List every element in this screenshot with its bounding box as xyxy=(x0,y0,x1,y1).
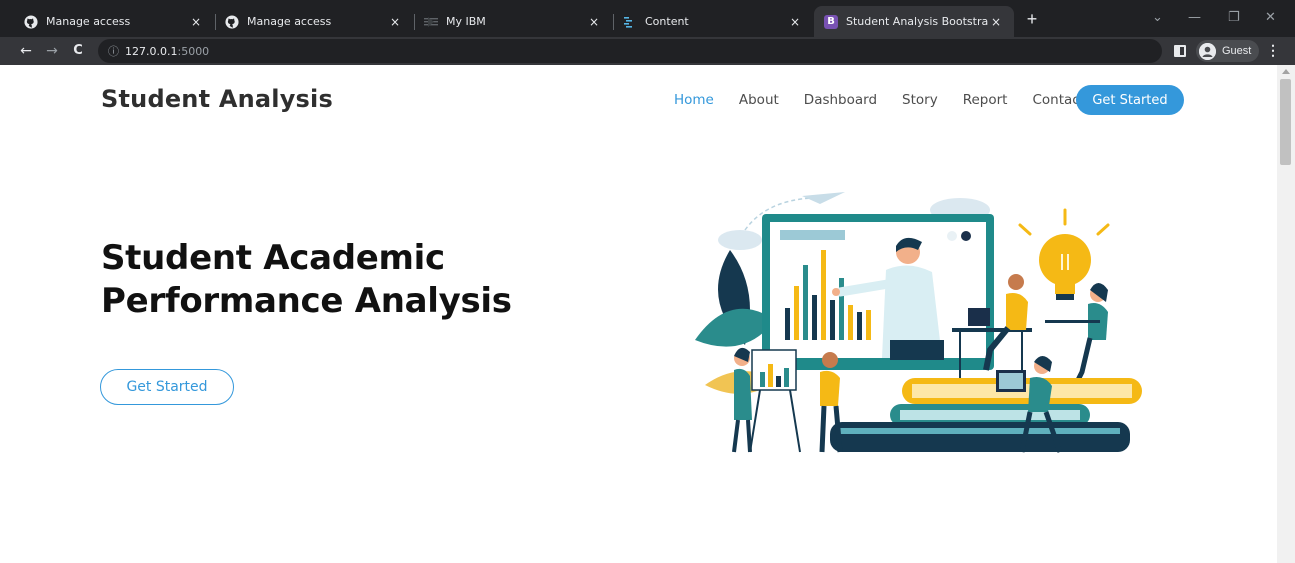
get-started-nav-button[interactable]: Get Started xyxy=(1076,85,1184,115)
address-bar[interactable]: ⓘ 127.0.0.1 :5000 xyxy=(98,39,1162,63)
browser-tab-bar: Manage access × Manage access × My IBM ×… xyxy=(0,0,1295,37)
browser-tab-1[interactable]: Manage access × xyxy=(14,6,214,37)
hero-title-line-2: Performance Analysis xyxy=(101,281,512,321)
hero-illustration xyxy=(695,192,1142,453)
hero-title-line-1: Student Academic xyxy=(101,238,445,278)
browser-toolbar: ← → C ⓘ 127.0.0.1 :5000 Guest ⋮ xyxy=(0,37,1295,65)
site-info-icon[interactable]: ⓘ xyxy=(108,43,119,59)
github-icon xyxy=(24,14,38,29)
page-scrollbar[interactable] xyxy=(1277,65,1295,563)
browser-tab-4[interactable]: Content × xyxy=(613,6,813,37)
tab-search-icon[interactable]: ⌄ xyxy=(1152,10,1163,25)
new-tab-button[interactable]: + xyxy=(1022,10,1042,30)
reload-icon[interactable]: C xyxy=(68,41,88,61)
web-page: Student Analysis Home About Dashboard St… xyxy=(0,65,1277,563)
tab-title: Manage access xyxy=(46,15,131,28)
tab-title: Student Analysis Bootstrap Temp xyxy=(846,15,988,28)
ibm-icon xyxy=(424,15,438,29)
nav-report-link[interactable]: Report xyxy=(963,92,1008,108)
url-port: :5000 xyxy=(177,44,210,58)
browser-tab-2[interactable]: Manage access × xyxy=(215,6,413,37)
close-window-icon[interactable]: ✕ xyxy=(1265,10,1276,25)
site-logo[interactable]: Student Analysis xyxy=(101,85,333,113)
browser-tab-5[interactable]: B Student Analysis Bootstrap Temp × xyxy=(814,6,1014,37)
scrollbar-thumb[interactable] xyxy=(1280,79,1291,165)
tab-title: My IBM xyxy=(446,15,486,28)
url-host: 127.0.0.1 xyxy=(125,44,178,58)
content-icon xyxy=(623,15,637,29)
close-tab-icon[interactable]: × xyxy=(586,15,602,29)
github-icon xyxy=(225,14,239,29)
close-tab-icon[interactable]: × xyxy=(787,15,803,29)
hero-title: Student Academic Performance Analysis xyxy=(101,237,571,323)
nav-dashboard-link[interactable]: Dashboard xyxy=(804,92,877,108)
tab-title: Manage access xyxy=(247,15,332,28)
browser-tab-3[interactable]: My IBM × xyxy=(414,6,612,37)
close-tab-icon[interactable]: × xyxy=(387,15,403,29)
back-icon[interactable]: ← xyxy=(16,41,36,61)
side-panel-icon[interactable] xyxy=(1174,45,1186,57)
browser-menu-icon[interactable]: ⋮ xyxy=(1266,42,1280,59)
profile-button[interactable]: Guest xyxy=(1196,40,1260,62)
minimize-icon[interactable]: — xyxy=(1188,10,1201,25)
close-tab-icon[interactable]: × xyxy=(988,15,1004,29)
main-nav: Home About Dashboard Story Report Contac… xyxy=(674,92,1085,108)
restore-icon[interactable]: ❐ xyxy=(1228,10,1240,25)
nav-home-link[interactable]: Home xyxy=(674,92,714,108)
avatar-icon xyxy=(1199,42,1216,60)
bootstrap-icon: B xyxy=(824,14,838,29)
nav-about-link[interactable]: About xyxy=(739,92,779,108)
profile-label: Guest xyxy=(1222,45,1252,57)
get-started-hero-button[interactable]: Get Started xyxy=(100,369,234,405)
forward-icon[interactable]: → xyxy=(42,41,62,61)
close-tab-icon[interactable]: × xyxy=(188,15,204,29)
scroll-up-arrow-icon[interactable] xyxy=(1282,69,1290,74)
tab-title: Content xyxy=(645,15,689,28)
nav-story-link[interactable]: Story xyxy=(902,92,938,108)
